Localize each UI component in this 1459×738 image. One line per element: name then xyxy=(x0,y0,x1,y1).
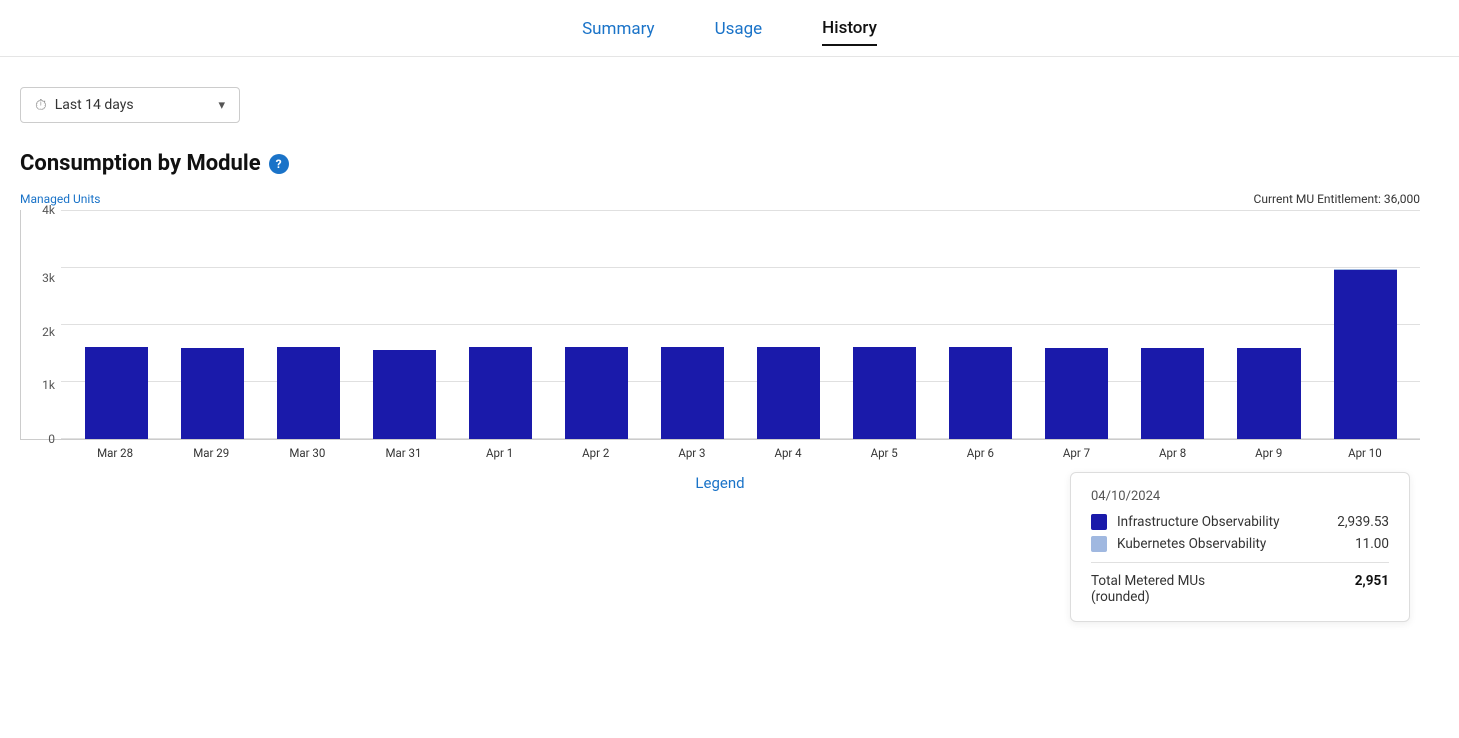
tooltip-k8s-row: Kubernetes Observability 11.00 xyxy=(1091,536,1389,552)
tooltip-infra-row: Infrastructure Observability 2,939.53 xyxy=(1091,514,1389,530)
bar-infra-segment xyxy=(661,347,724,439)
section-title: Consumption by Module ? xyxy=(20,151,1420,176)
tooltip-total-row: Total Metered MUs (rounded) 2,951 xyxy=(1091,573,1389,605)
bar-group xyxy=(744,210,834,439)
bars-row xyxy=(61,210,1420,439)
y-tick-3k: 3k xyxy=(42,271,55,285)
x-label: Apr 3 xyxy=(647,446,737,460)
clock-icon: ⏱ xyxy=(35,96,47,114)
x-label: Mar 28 xyxy=(70,446,160,460)
bar-group xyxy=(71,210,161,439)
k8s-label: Kubernetes Observability xyxy=(1117,536,1345,552)
bar-group xyxy=(455,210,545,439)
k8s-value: 11.00 xyxy=(1355,536,1389,552)
bar-group xyxy=(1224,210,1314,439)
bar-group xyxy=(167,210,257,439)
bar-infra-segment xyxy=(1237,348,1300,439)
bar-infra-segment xyxy=(949,347,1012,439)
bar-group xyxy=(1320,210,1410,439)
chart-area: Managed Units Current MU Entitlement: 36… xyxy=(20,192,1420,492)
tooltip-divider xyxy=(1091,562,1389,563)
help-icon[interactable]: ? xyxy=(269,154,289,174)
k8s-color-swatch xyxy=(1091,536,1107,552)
x-label: Apr 4 xyxy=(743,446,833,460)
bar-infra-segment xyxy=(1334,270,1397,439)
bar-infra-segment xyxy=(85,347,148,439)
total-sublabel: (rounded) xyxy=(1091,589,1205,605)
chart-inner xyxy=(61,210,1420,439)
x-label: Apr 2 xyxy=(551,446,641,460)
tab-summary[interactable]: Summary xyxy=(582,19,654,45)
bar-infra-segment xyxy=(181,348,244,439)
bar-group xyxy=(936,210,1026,439)
bar-group xyxy=(551,210,641,439)
date-filter-dropdown[interactable]: ⏱ Last 14 days ▾ xyxy=(20,87,240,123)
bar-infra-segment xyxy=(1045,348,1108,439)
x-label: Apr 5 xyxy=(839,446,929,460)
bar-infra-segment xyxy=(1141,348,1204,439)
x-label: Mar 31 xyxy=(358,446,448,460)
y-axis: 4k 3k 2k 1k 0 xyxy=(21,210,61,439)
y-tick-1k: 1k xyxy=(42,378,55,392)
total-label: Total Metered MUs xyxy=(1091,573,1205,589)
y-tick-4k: 4k xyxy=(42,203,55,217)
bar-group xyxy=(840,210,930,439)
y-axis-title: Managed Units xyxy=(20,192,100,206)
x-label: Apr 10 xyxy=(1320,446,1410,460)
bar-infra-segment xyxy=(277,347,340,439)
tooltip-date: 04/10/2024 xyxy=(1091,489,1389,504)
x-label: Apr 8 xyxy=(1128,446,1218,460)
y-tick-0: 0 xyxy=(48,432,55,446)
bar-infra-segment xyxy=(373,350,436,439)
bar-infra-segment xyxy=(469,347,532,439)
bar-infra-segment xyxy=(565,347,628,439)
bar-group xyxy=(1128,210,1218,439)
date-filter-label: Last 14 days xyxy=(55,97,134,113)
bar-group xyxy=(263,210,353,439)
top-navigation: Summary Usage History xyxy=(0,0,1459,57)
tab-history[interactable]: History xyxy=(822,18,877,46)
total-value: 2,951 xyxy=(1355,573,1389,605)
x-label: Apr 1 xyxy=(455,446,545,460)
tab-usage[interactable]: Usage xyxy=(715,19,763,45)
x-label: Mar 29 xyxy=(166,446,256,460)
bar-chart: 4k 3k 2k 1k 0 xyxy=(20,210,1420,440)
bar-group xyxy=(359,210,449,439)
x-axis-labels: Mar 28 Mar 29 Mar 30 Mar 31 Apr 1 Apr 2 Apr 3 A… xyxy=(60,446,1420,460)
bar-group xyxy=(1032,210,1122,439)
chevron-down-icon: ▾ xyxy=(218,98,225,113)
chart-labels-top: Managed Units Current MU Entitlement: 36… xyxy=(20,192,1420,206)
infra-color-swatch xyxy=(1091,514,1107,530)
x-label: Apr 9 xyxy=(1224,446,1314,460)
x-label: Mar 30 xyxy=(262,446,352,460)
entitlement-label: Current MU Entitlement: 36,000 xyxy=(1254,192,1420,206)
bar-group xyxy=(647,210,737,439)
infra-label: Infrastructure Observability xyxy=(1117,514,1327,530)
x-label: Apr 7 xyxy=(1031,446,1121,460)
x-label: Apr 6 xyxy=(935,446,1025,460)
tooltip-box: 04/10/2024 Infrastructure Observability … xyxy=(1070,472,1410,622)
bar-infra-segment xyxy=(853,347,916,439)
bar-infra-segment xyxy=(757,347,820,439)
infra-value: 2,939.53 xyxy=(1337,514,1389,530)
y-tick-2k: 2k xyxy=(42,325,55,339)
